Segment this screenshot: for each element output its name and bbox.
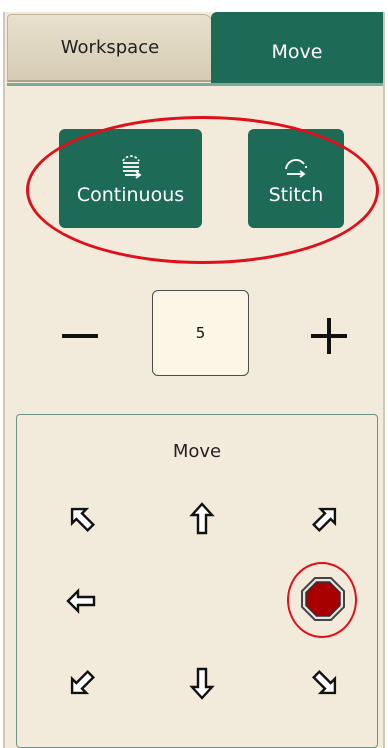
move-down-button[interactable]	[180, 663, 224, 707]
stop-button[interactable]	[297, 575, 349, 627]
tab-move-label: Move	[271, 41, 323, 63]
tab-workspace[interactable]: Workspace	[7, 14, 213, 82]
tab-bar: Workspace Move	[5, 12, 383, 84]
plus-icon	[309, 316, 349, 360]
arrow-down-right-icon	[305, 663, 345, 707]
move-panel: Workspace Move Continuous Stitch 5 Move	[3, 12, 385, 748]
step-value-field[interactable]: 5	[152, 290, 249, 376]
move-group: Move	[16, 414, 378, 748]
move-group-title: Move	[172, 441, 222, 462]
step-value: 5	[195, 324, 206, 342]
tab-move[interactable]: Move	[211, 12, 383, 84]
arrow-down-icon	[182, 663, 222, 707]
move-up-left-button[interactable]	[60, 499, 104, 543]
tab-underline	[7, 83, 383, 86]
increment-button[interactable]	[305, 314, 353, 362]
tab-workspace-label: Workspace	[60, 37, 160, 58]
arrow-up-left-icon	[62, 499, 102, 543]
continuous-label: Continuous	[76, 183, 185, 206]
stop-icon	[299, 575, 347, 627]
arrow-down-left-icon	[62, 663, 102, 707]
arrow-up-icon	[182, 499, 222, 543]
continuous-icon	[117, 152, 145, 180]
continuous-button[interactable]: Continuous	[59, 129, 202, 228]
decrement-button[interactable]	[56, 314, 104, 362]
stitch-label: Stitch	[268, 183, 324, 206]
stitch-button[interactable]: Stitch	[248, 129, 344, 228]
move-up-button[interactable]	[180, 499, 224, 543]
move-up-right-button[interactable]	[303, 499, 347, 543]
stitch-icon	[282, 152, 310, 180]
move-down-left-button[interactable]	[60, 663, 104, 707]
arrow-left-icon	[62, 581, 102, 625]
move-down-right-button[interactable]	[303, 663, 347, 707]
arrow-up-right-icon	[305, 499, 345, 543]
minus-icon	[60, 316, 100, 360]
move-left-button[interactable]	[60, 581, 104, 625]
